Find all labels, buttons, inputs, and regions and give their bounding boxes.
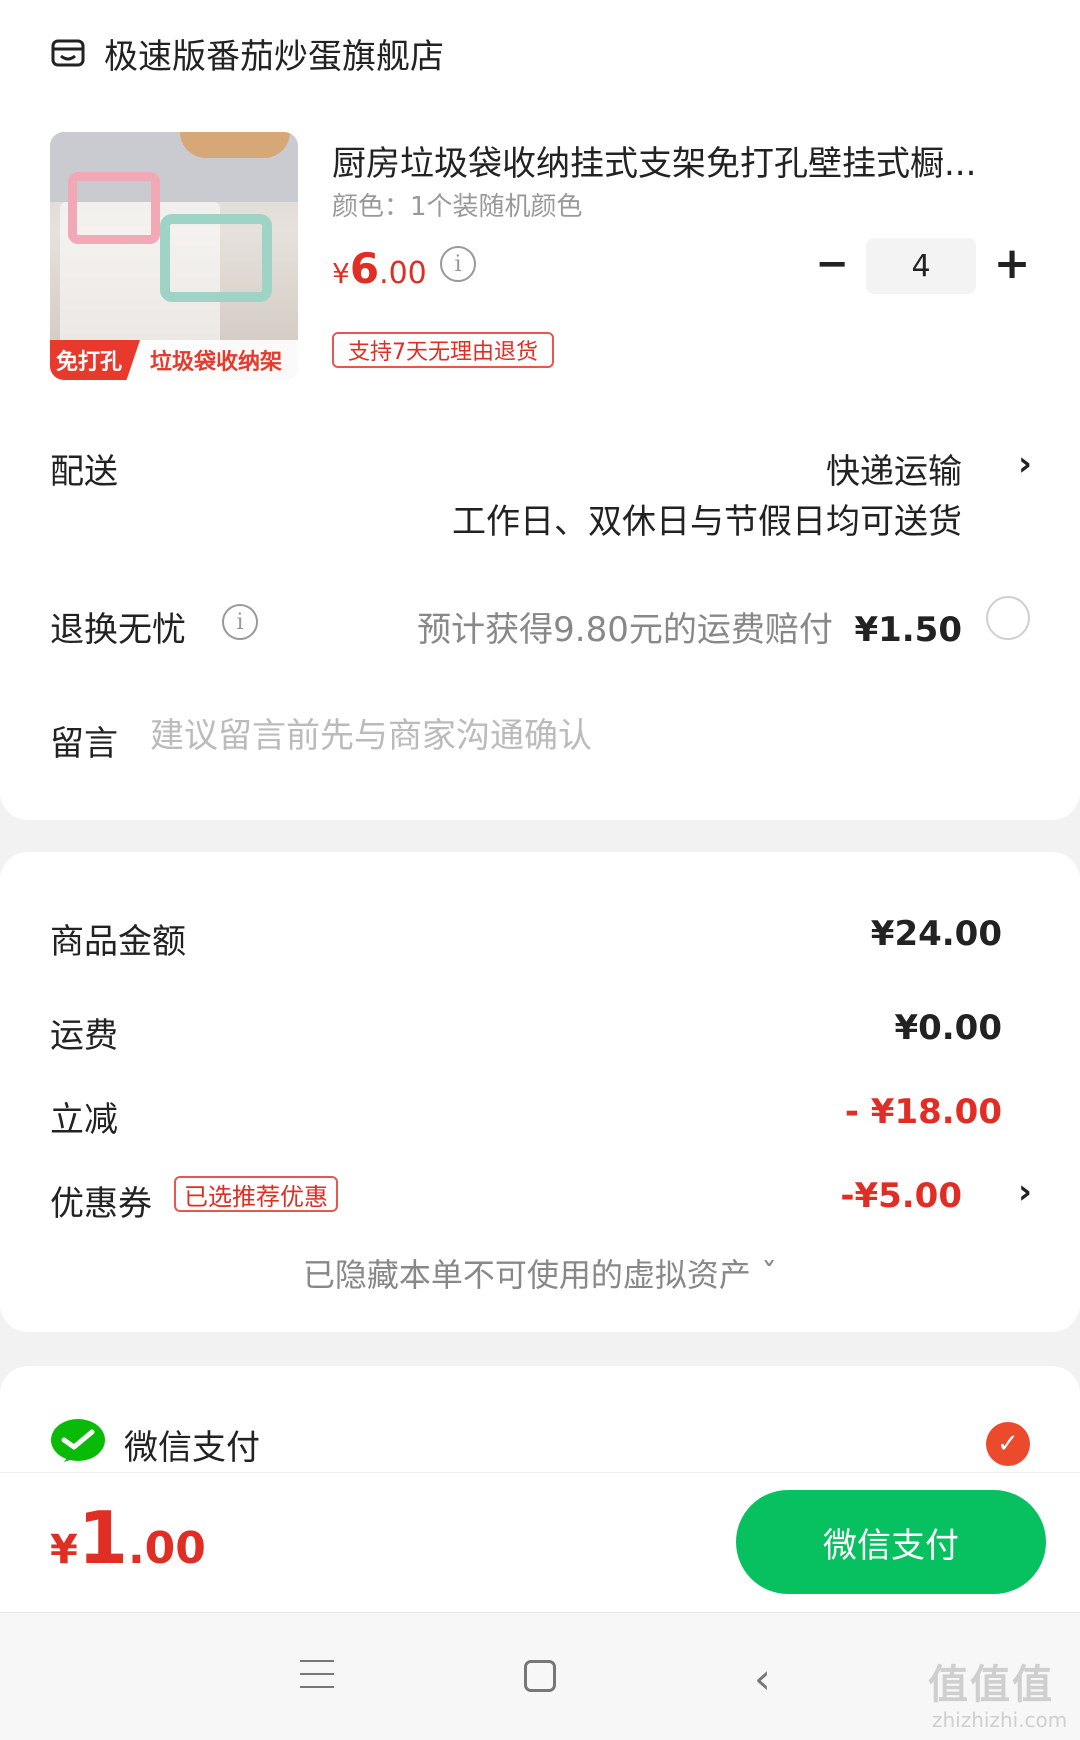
- message-label: 留言: [50, 724, 118, 764]
- payment-method-label[interactable]: 微信支付: [124, 1420, 260, 1469]
- image-label: 垃圾袋收纳架: [150, 350, 283, 375]
- image-badge: 免打孔: [50, 340, 141, 380]
- unit-price: ¥6.00: [332, 244, 427, 293]
- shipping-label: 运费: [50, 1016, 118, 1056]
- delivery-method[interactable]: 快递运输: [826, 444, 962, 493]
- shipping-value: ¥0.00: [894, 1008, 1002, 1048]
- quantity-input[interactable]: 4: [866, 238, 976, 294]
- product-image[interactable]: 免打孔 垃圾袋收纳架: [50, 132, 298, 380]
- watermark-logo: 值值值: [928, 1662, 1054, 1708]
- menu-icon[interactable]: [300, 1660, 334, 1688]
- quantity-decrement-button[interactable]: −: [812, 244, 852, 286]
- goods-amount-value: ¥24.00: [870, 914, 1002, 954]
- chevron-right-icon[interactable]: ›: [1018, 1172, 1032, 1212]
- coupon-value[interactable]: -¥5.00: [840, 1176, 962, 1216]
- order-card: [0, 0, 1080, 820]
- watermark-url: zhizhizhi.com: [932, 1708, 1068, 1732]
- quantity-increment-button[interactable]: +: [990, 242, 1034, 288]
- product-title[interactable]: 厨房垃圾袋收纳挂式支架免打孔壁挂式橱...: [332, 136, 1022, 185]
- discount-label: 立减: [50, 1100, 118, 1140]
- hidden-assets-toggle[interactable]: 已隐藏本单不可使用的虚拟资产 ˇ: [0, 1250, 1080, 1296]
- chevron-right-icon[interactable]: ›: [1018, 444, 1032, 484]
- returns-insurance-radio[interactable]: [986, 596, 1030, 640]
- store-name: 极速版番茄炒蛋旗舰店: [104, 36, 444, 77]
- returns-info-icon[interactable]: i: [222, 604, 258, 640]
- price-info-icon[interactable]: i: [440, 246, 476, 282]
- delivery-note: 工作日、双休日与节假日均可送货: [452, 502, 962, 542]
- goods-amount-label: 商品金额: [50, 922, 186, 962]
- coupon-tag: 已选推荐优惠: [174, 1176, 338, 1212]
- returns-price: ¥1.50: [854, 610, 962, 650]
- home-icon[interactable]: [524, 1660, 556, 1692]
- message-input[interactable]: [150, 712, 990, 760]
- delivery-label: 配送: [50, 452, 118, 492]
- coupon-label: 优惠券: [50, 1184, 152, 1224]
- wechat-pay-icon: [51, 1419, 105, 1462]
- returns-label: 退换无忧: [50, 610, 186, 650]
- product-spec[interactable]: 颜色：1个装随机颜色: [332, 186, 583, 223]
- checkmark-icon[interactable]: ✓: [986, 1422, 1030, 1466]
- store-header[interactable]: 极速版番茄炒蛋旗舰店: [50, 28, 444, 78]
- store-icon: [51, 39, 85, 67]
- total-price: ¥1.00: [50, 1496, 206, 1580]
- wechat-pay-button[interactable]: 微信支付: [736, 1490, 1046, 1594]
- returns-description: 预计获得9.80元的运费赔付 ¥1.50: [417, 610, 962, 650]
- discount-value: - ¥18.00: [844, 1092, 1002, 1132]
- back-icon[interactable]: ‹: [754, 1654, 771, 1703]
- return-policy-badge: 支持7天无理由退货: [332, 332, 554, 368]
